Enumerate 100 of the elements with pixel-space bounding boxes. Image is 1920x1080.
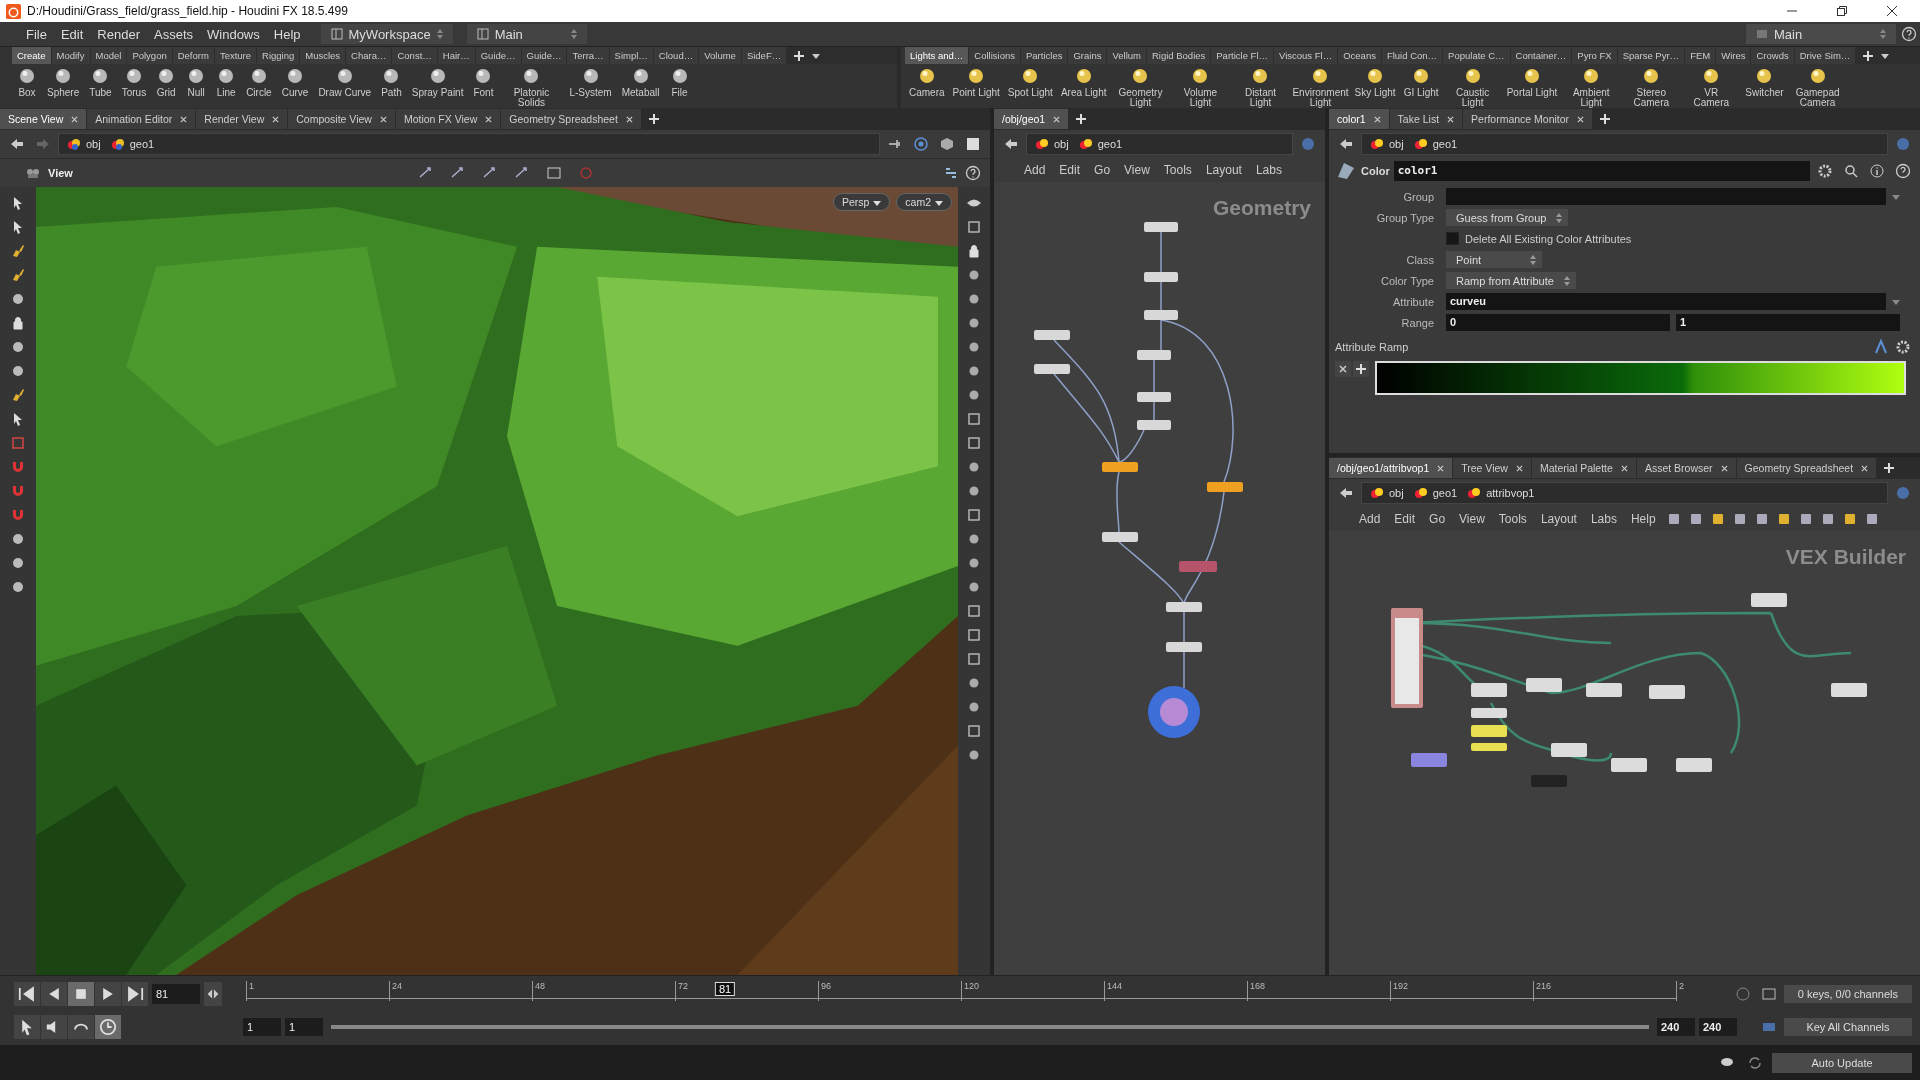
menu-item[interactable]: Add: [1353, 512, 1387, 526]
play-icon[interactable]: [95, 982, 121, 1007]
speaker-icon[interactable]: [41, 1014, 67, 1039]
shelf-tool[interactable]: Environment Light: [1290, 66, 1351, 108]
disc-icon[interactable]: [10, 363, 26, 379]
snap-icon[interactable]: [546, 165, 563, 181]
path-segment[interactable]: obj: [86, 138, 101, 150]
pane-tab[interactable]: color1: [1329, 109, 1389, 129]
square-icon[interactable]: [966, 507, 982, 523]
pane-tab[interactable]: Motion FX View: [395, 109, 501, 129]
shelf-tool[interactable]: Torus: [116, 66, 152, 98]
shelf-tab[interactable]: Sparse Pyr…: [1617, 47, 1685, 64]
shelf-tab[interactable]: Model: [90, 47, 127, 64]
menu-item[interactable]: View: [1453, 512, 1491, 526]
pane-tab[interactable]: Asset Browser: [1636, 458, 1736, 478]
settings-icon[interactable]: [1817, 163, 1833, 179]
shelf-tool[interactable]: Switcher: [1741, 66, 1788, 98]
menu-item[interactable]: Go: [1423, 512, 1452, 526]
back-arrow-icon[interactable]: [1338, 136, 1354, 152]
cursor-icon[interactable]: [14, 1014, 40, 1039]
shelf-tool[interactable]: Null: [181, 66, 212, 98]
shelf-tool[interactable]: Platonic Solids: [498, 66, 565, 108]
pane-tab[interactable]: Performance Monitor: [1463, 109, 1593, 129]
shelf-tool[interactable]: Line: [211, 66, 242, 98]
shelf-tool[interactable]: Grid: [151, 66, 182, 98]
settings-icon[interactable]: [1895, 339, 1911, 355]
shelf-tool[interactable]: Portal Light: [1502, 66, 1562, 98]
path-segment[interactable]: geo1: [1097, 138, 1123, 150]
shelf-tool[interactable]: Circle: [241, 66, 277, 98]
toolbar-icon[interactable]: [1864, 512, 1879, 526]
shelf-tool[interactable]: L-System: [564, 66, 617, 98]
dropdown-menu[interactable]: Ramp from Attribute: [1446, 272, 1576, 289]
update-mode-dropdown[interactable]: Auto Update: [1772, 1052, 1912, 1073]
shelf-tab[interactable]: SideF…: [741, 47, 787, 64]
shelf-tab[interactable]: Const…: [392, 47, 437, 64]
toolbar-icon[interactable]: [1842, 512, 1857, 526]
pane-tab[interactable]: Animation Editor: [87, 109, 196, 129]
shelf-tab[interactable]: FEM: [1685, 47, 1716, 64]
search-icon[interactable]: [1843, 163, 1859, 179]
camera-menu[interactable]: Persp: [832, 193, 891, 211]
shelf-tool[interactable]: Geometry Light: [1110, 66, 1171, 108]
plus-icon[interactable]: [647, 113, 660, 125]
shelf-tab[interactable]: Drive Sim…: [1794, 47, 1856, 64]
disc-icon[interactable]: [10, 291, 26, 307]
shelf-tab[interactable]: Deform: [172, 47, 214, 64]
number-field[interactable]: 0: [1446, 314, 1670, 331]
stop-icon[interactable]: [68, 982, 94, 1007]
shelf-tool[interactable]: Distant Light: [1230, 66, 1291, 108]
shelf-tab[interactable]: Guide…: [475, 47, 521, 64]
brush-icon[interactable]: [10, 267, 26, 283]
help-icon[interactable]: [965, 165, 981, 181]
close-icon[interactable]: [1886, 5, 1898, 17]
shelf-tab[interactable]: Collisions: [969, 47, 1020, 64]
shelf-tab[interactable]: Create: [12, 47, 51, 64]
path-field[interactable]: obj geo1 attribvop1: [1361, 482, 1888, 504]
square-icon[interactable]: [966, 651, 982, 667]
back-arrow-icon[interactable]: [1338, 485, 1354, 501]
pane-tab[interactable]: Geometry Spreadsheet: [501, 109, 641, 129]
shelf-tab[interactable]: Fluid Con…: [1381, 47, 1443, 64]
pane-tab[interactable]: Tree View: [1453, 458, 1531, 478]
toolbar-icon[interactable]: [1732, 512, 1747, 526]
range-slider[interactable]: [331, 1024, 1649, 1029]
shelf-tab[interactable]: Modify: [51, 47, 90, 64]
menu-item[interactable]: Add: [1018, 163, 1052, 177]
shelf-tool[interactable]: Spray Paint: [406, 66, 469, 98]
target-icon[interactable]: [913, 136, 929, 152]
magnet-icon[interactable]: [10, 507, 26, 523]
plus-icon[interactable]: [793, 49, 806, 62]
range-field[interactable]: 240: [1657, 1017, 1695, 1036]
refresh-icon[interactable]: [1747, 1054, 1763, 1071]
shelf-tab[interactable]: Hair…: [437, 47, 475, 64]
menu-item[interactable]: Layout: [1199, 163, 1248, 177]
dropdown-icon[interactable]: [1881, 51, 1890, 60]
shelf-tab[interactable]: Grains: [1068, 47, 1107, 64]
skip-start-icon[interactable]: [14, 982, 40, 1007]
text-field[interactable]: [1446, 188, 1886, 205]
menu-item[interactable]: View: [1118, 163, 1156, 177]
plus-icon[interactable]: [1883, 462, 1896, 474]
shelf-tab[interactable]: Vellum: [1107, 47, 1146, 64]
realtime-icon[interactable]: [95, 1014, 121, 1039]
square-icon[interactable]: [966, 603, 982, 619]
shelf-tab[interactable]: Texture: [214, 47, 257, 64]
shelf-tab[interactable]: Wires: [1716, 47, 1751, 64]
pane-tab[interactable]: Take List: [1389, 109, 1463, 129]
shelf-tool[interactable]: Path: [376, 66, 407, 98]
shelf-tab[interactable]: Chara…: [346, 47, 392, 64]
pane-tab[interactable]: Render View: [196, 109, 288, 129]
menu-item[interactable]: Tools: [1492, 512, 1533, 526]
close-icon[interactable]: [1335, 361, 1351, 377]
plus-icon[interactable]: [1862, 49, 1875, 62]
lock-icon[interactable]: [966, 243, 982, 259]
toolbar-icon[interactable]: [1798, 512, 1813, 526]
range-field[interactable]: 1: [243, 1017, 281, 1036]
plus-icon[interactable]: [1075, 113, 1088, 125]
square-icon[interactable]: [965, 136, 981, 152]
shelf-tab[interactable]: Volume: [699, 47, 741, 64]
path-segment[interactable]: obj: [1054, 138, 1069, 150]
shelf-tab[interactable]: Pyro FX: [1572, 47, 1617, 64]
desktop-selector[interactable]: Main: [466, 24, 587, 44]
menu-item[interactable]: Assets: [148, 26, 199, 42]
